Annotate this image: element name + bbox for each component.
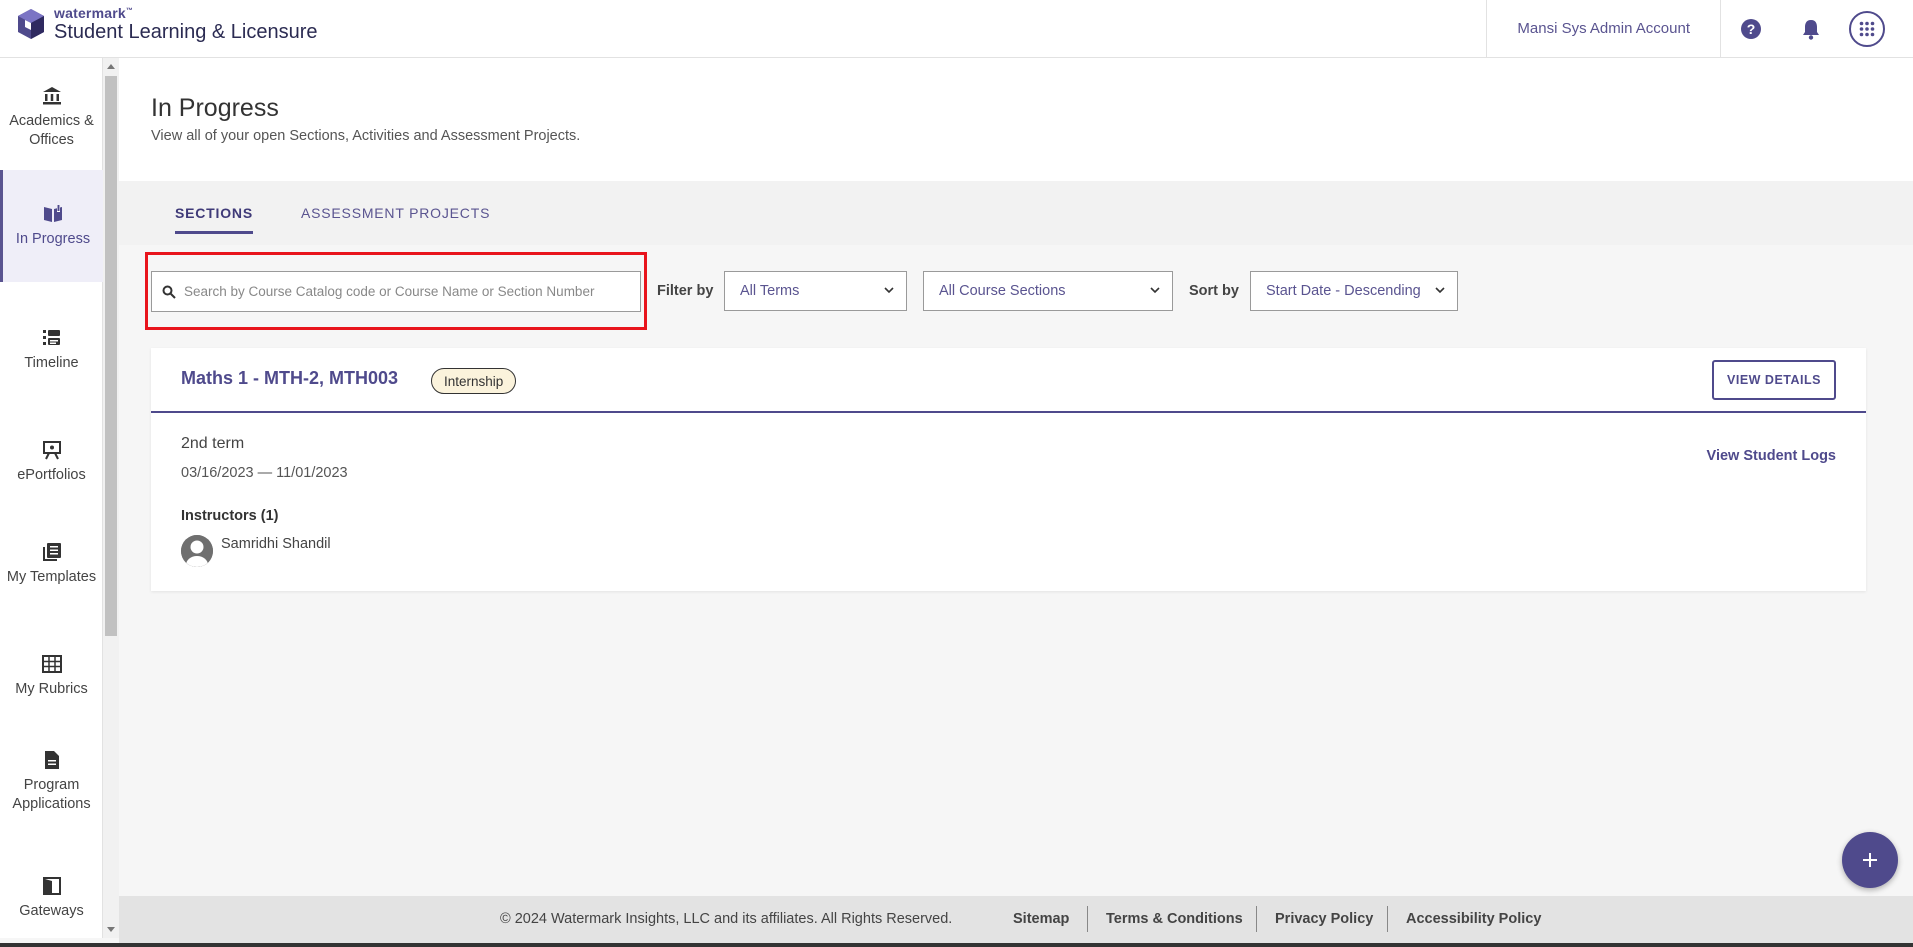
sidebar-item-label: Academics & Offices [9, 113, 94, 148]
search-input[interactable]: Search by Course Catalog code or Course … [151, 271, 641, 312]
chevron-down-icon [1435, 287, 1445, 294]
course-sections-select-value: All Course Sections [939, 283, 1066, 299]
sidebar-item-my-templates[interactable]: My Templates [0, 522, 103, 606]
course-sections-select[interactable]: All Course Sections [923, 271, 1173, 311]
document-icon [44, 751, 59, 769]
sidebar-scrollbar[interactable] [103, 58, 119, 938]
window-bottom-edge [0, 943, 1913, 947]
sidebar-item-in-progress[interactable]: In Progress [0, 170, 103, 282]
user-avatar-icon [181, 535, 213, 567]
instructors-label: Instructors (1) [181, 508, 279, 524]
sidebar-item-label: Program Applications [12, 777, 91, 812]
brand-small-text: watermark™ [54, 5, 134, 21]
page-header: In Progress View all of your open Sectio… [119, 58, 1913, 181]
institution-icon [42, 87, 61, 105]
sidebar-item-label: ePortfolios [17, 466, 86, 483]
plus-icon [1863, 853, 1877, 867]
sort-by-label: Sort by [1189, 283, 1239, 299]
internship-badge: Internship [431, 368, 517, 394]
search-placeholder: Search by Course Catalog code or Course … [184, 284, 595, 299]
account-menu[interactable]: Mansi Sys Admin Account [1486, 0, 1721, 57]
view-student-logs-link[interactable]: View Student Logs [1707, 448, 1836, 464]
brand-logo[interactable]: watermark™ Student Learning & Licensure [16, 6, 318, 42]
apps-menu-button[interactable] [1849, 10, 1885, 47]
help-icon: ? [1741, 18, 1761, 39]
timeline-icon [42, 329, 60, 345]
grid-icon [41, 654, 62, 673]
presentation-icon [42, 440, 61, 459]
sidebar-item-program-applications[interactable]: Program Applications [0, 726, 103, 838]
term-select[interactable]: All Terms [724, 271, 907, 311]
sidebar-item-timeline[interactable]: Timeline [0, 308, 103, 392]
section-card: Maths 1 - MTH-2, MTH003 Internship VIEW … [151, 348, 1866, 591]
tab-bar: SECTIONS ASSESSMENT PROJECTS [119, 181, 1913, 245]
term-select-value: All Terms [740, 283, 800, 299]
course-title-link[interactable]: Maths 1 - MTH-2, MTH003 [181, 368, 398, 389]
sidebar-item-label: In Progress [15, 230, 91, 247]
notifications-button[interactable] [1781, 0, 1841, 57]
footer: © 2024 Watermark Insights, LLC and its a… [119, 896, 1913, 943]
scrollbar-thumb[interactable] [105, 76, 117, 636]
avatar [181, 535, 213, 567]
gateway-icon [42, 876, 61, 895]
tab-sections[interactable]: SECTIONS [175, 205, 253, 234]
svg-text:?: ? [1747, 21, 1756, 37]
top-header: watermark™ Student Learning & Licensure … [0, 0, 1913, 58]
sidebar-item-label: My Templates [6, 568, 97, 585]
sidebar-item-eportfolios[interactable]: ePortfolios [0, 420, 103, 504]
section-card-header: Maths 1 - MTH-2, MTH003 Internship VIEW … [151, 348, 1866, 413]
page-subtitle: View all of your open Sections, Activiti… [151, 128, 581, 144]
app-title: Student Learning & Licensure [54, 21, 318, 43]
sidebar-item-academics-offices[interactable]: Academics & Offices [0, 76, 103, 160]
footer-link-terms[interactable]: Terms & Conditions [1106, 911, 1243, 927]
search-icon [162, 285, 176, 299]
view-details-button[interactable]: VIEW DETAILS [1712, 360, 1836, 400]
apps-grid-icon [1859, 21, 1875, 36]
footer-link-sitemap[interactable]: Sitemap [1013, 911, 1069, 927]
footer-link-accessibility[interactable]: Accessibility Policy [1406, 911, 1541, 927]
footer-divider [1256, 906, 1257, 932]
copyright-text: © 2024 Watermark Insights, LLC and its a… [500, 911, 953, 927]
footer-divider [1087, 906, 1088, 932]
sidebar-item-label: My Rubrics [15, 680, 88, 697]
sort-select-value: Start Date - Descending [1266, 283, 1421, 299]
help-button[interactable]: ? [1721, 0, 1781, 57]
page-title: In Progress [151, 94, 279, 122]
sidebar-item-my-rubrics[interactable]: My Rubrics [0, 634, 103, 718]
chevron-down-icon [884, 287, 894, 294]
term-dates: 03/16/2023 — 11/01/2023 [181, 465, 348, 481]
bell-icon [1803, 19, 1819, 40]
tab-assessment-projects[interactable]: ASSESSMENT PROJECTS [301, 205, 490, 231]
sidebar-item-label: Timeline [24, 354, 79, 371]
book-open-icon [44, 204, 62, 222]
add-button[interactable] [1842, 832, 1898, 888]
templates-icon [42, 542, 61, 561]
sidebar: Academics & Offices In Progress Timeline… [0, 58, 103, 938]
sidebar-item-gateways[interactable]: Gateways [0, 858, 103, 938]
instructor-name: Samridhi Shandil [221, 536, 331, 552]
term-name: 2nd term [181, 435, 245, 452]
scroll-up-arrow-icon[interactable] [107, 64, 115, 69]
footer-divider [1387, 906, 1388, 932]
footer-link-privacy[interactable]: Privacy Policy [1275, 911, 1373, 927]
sidebar-item-label: Gateways [19, 902, 84, 919]
chevron-down-icon [1150, 287, 1160, 294]
watermark-logo-icon [18, 9, 44, 39]
sort-select[interactable]: Start Date - Descending [1250, 271, 1458, 311]
scroll-down-arrow-icon[interactable] [107, 927, 115, 932]
filter-by-label: Filter by [657, 283, 714, 299]
